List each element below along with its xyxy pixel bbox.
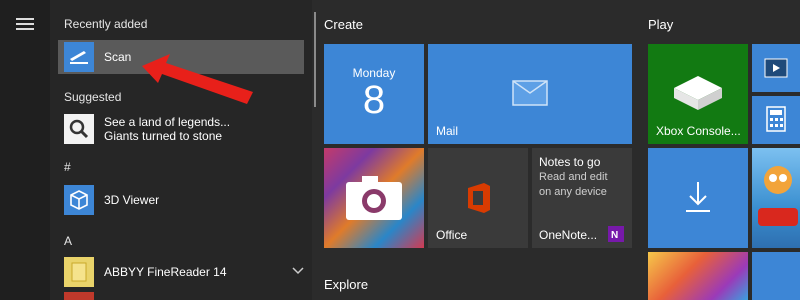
calculator-icon (766, 106, 786, 132)
scan-icon (64, 42, 94, 72)
tile-label-office: Office (436, 228, 468, 242)
tile-camera[interactable] (324, 148, 424, 248)
hamburger-icon[interactable] (16, 18, 34, 30)
abbyy-icon (64, 257, 94, 287)
calendar-date: 8 (362, 78, 386, 122)
app-label-3d-viewer: 3D Viewer (104, 193, 160, 207)
tile-calculator[interactable] (752, 96, 800, 144)
tile-label-mail: Mail (436, 124, 459, 138)
app-item-abbyy[interactable]: ABBYY FineReader 14 (58, 255, 304, 289)
tile-label-onenote: OneNote... (539, 228, 598, 242)
tile-bottom-right[interactable] (752, 252, 800, 300)
tile-mail[interactable]: Mail (428, 44, 632, 144)
app-label-scan: Scan (104, 50, 132, 64)
red-arrow-annotation (142, 54, 253, 104)
tile-office[interactable]: Office (428, 148, 528, 248)
xbox-console-icon (674, 76, 722, 110)
tile-movies[interactable] (752, 44, 800, 92)
suggested-header: Suggested (64, 90, 122, 104)
app-item-3d-viewer[interactable]: 3D Viewer (58, 183, 304, 217)
app-label-abbyy: ABBYY FineReader 14 (104, 265, 227, 279)
tile-calendar[interactable]: Monday 8 (324, 44, 424, 144)
film-icon (764, 58, 788, 78)
tile-label-xbox: Xbox Console... (656, 124, 741, 138)
tile-candy[interactable] (648, 252, 748, 300)
game-character-icon (758, 166, 798, 226)
onenote-icon: N (608, 226, 624, 242)
a-header[interactable]: A (64, 234, 72, 248)
hash-header[interactable]: # (64, 160, 71, 174)
group-title-explore[interactable]: Explore (324, 277, 368, 292)
svg-text:N: N (611, 230, 618, 241)
suggested-line1: See a land of legends... (104, 115, 231, 129)
app-list: Recently added Scan Suggested See a land… (50, 0, 312, 300)
next-app-icon (64, 292, 94, 300)
search-icon (64, 114, 94, 144)
tile-download[interactable] (648, 148, 748, 248)
tile-xbox[interactable]: Xbox Console... (648, 44, 748, 144)
camera-icon (346, 176, 402, 220)
group-title-create[interactable]: Create (324, 17, 363, 32)
left-rail (0, 0, 50, 300)
group-title-play[interactable]: Play (648, 17, 673, 32)
tile-onenote[interactable]: Notes to go Read and edit on any device … (532, 148, 632, 248)
mail-icon (512, 80, 548, 106)
app-item-suggested[interactable]: See a land of legends... Giants turned t… (58, 111, 304, 147)
chevron-down-icon[interactable] (292, 267, 304, 275)
onenote-desc-line1: Read and edit (539, 171, 608, 183)
recently-added-header: Recently added (64, 17, 148, 31)
download-icon (686, 182, 710, 212)
suggested-line2: Giants turned to stone (104, 129, 223, 143)
onenote-title: Notes to go (539, 155, 601, 169)
office-icon (468, 183, 490, 213)
cube-icon (64, 185, 94, 215)
scrollbar[interactable] (314, 12, 316, 107)
suggested-text: See a land of legends... Giants turned t… (104, 115, 230, 143)
tile-game[interactable] (752, 148, 800, 248)
onenote-desc-line2: on any device (539, 186, 607, 198)
